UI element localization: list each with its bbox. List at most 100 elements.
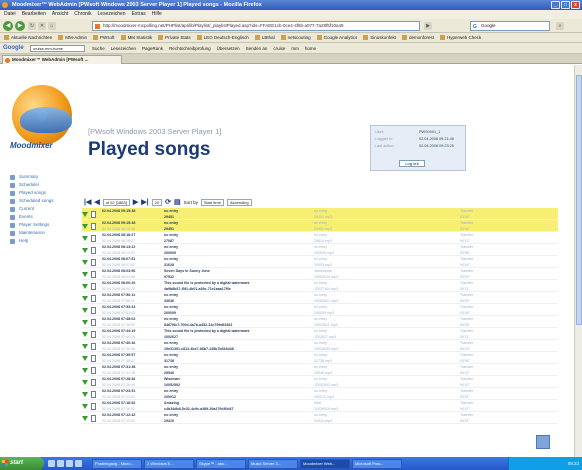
details-icon[interactable] — [91, 414, 96, 422]
table-row[interactable]: 02.04.2008 08:00:20 02.04.2008 08:00:20 Th… — [82, 280, 558, 292]
table-row[interactable]: 02.04.2008 07:53:43 02.04.2008 07:53:43 no… — [82, 304, 558, 316]
details-icon[interactable] — [91, 390, 96, 398]
page-scrollbar[interactable] — [574, 65, 582, 457]
details-icon[interactable] — [91, 258, 96, 266]
bookmark-item[interactable]: MM-Admin — [58, 33, 87, 42]
back-button[interactable]: ◀ — [3, 21, 13, 31]
details-icon[interactable] — [91, 342, 96, 350]
prev-page-icon[interactable]: ◀ — [94, 198, 99, 206]
details-icon[interactable] — [91, 378, 96, 386]
next-page-icon[interactable]: ▶ — [133, 198, 138, 206]
minimize-button[interactable]: _ — [551, 1, 560, 9]
menu-tools[interactable]: Extras — [132, 10, 146, 19]
table-row[interactable]: 02.04.2008 07:18:52 02.04.2008 07:18:52 Am… — [82, 400, 558, 412]
details-icon[interactable] — [91, 282, 96, 290]
bookmark-item[interactable]: Aktuelle Nachrichten — [4, 33, 52, 42]
table-row[interactable]: 02.04.2008 07:56:11 02.04.2008 07:56:11 no… — [82, 292, 558, 304]
sidebar-item-player-settings[interactable]: Player Settings — [10, 221, 70, 229]
task-button[interactable]: Microsoft Pow... — [352, 458, 402, 469]
first-page-icon[interactable]: |◀ — [84, 198, 91, 206]
bookmark-item[interactable]: Private Stats — [158, 33, 191, 42]
quicklaunch-icon[interactable] — [48, 460, 55, 467]
address-bar[interactable]: http://moodmixer-mcpolling.net/PHPlist/a… — [92, 21, 420, 31]
details-icon[interactable] — [91, 222, 96, 230]
export-icon[interactable]: ▤ — [174, 198, 181, 206]
task-button[interactable]: Skype™ - abu... — [196, 458, 246, 469]
search-go-icon[interactable]: ⌕ — [556, 22, 564, 30]
google-toolbar-item[interactable]: PageRank — [142, 43, 163, 53]
stop-button[interactable]: ✕ — [38, 22, 46, 30]
details-icon[interactable] — [91, 330, 96, 338]
details-icon[interactable] — [91, 246, 96, 254]
details-icon[interactable] — [91, 270, 96, 278]
task-button[interactable]: Music Server 3... — [248, 458, 298, 469]
quicklaunch-icon[interactable] — [75, 460, 82, 467]
table-row[interactable]: 02.04.2008 08:18:27 02.04.2008 08:18:27 no… — [82, 232, 558, 244]
quicklaunch-icon[interactable] — [66, 460, 73, 467]
bookmark-item[interactable]: Sinuskonfekt — [363, 33, 396, 42]
sort-by-select[interactable]: Start time — [200, 198, 224, 206]
google-toolbar-item[interactable]: Suche — [92, 43, 105, 53]
bookmark-item[interactable]: PWsoft — [93, 33, 115, 42]
google-toolbar-item[interactable]: Übersetzen — [217, 43, 240, 53]
menu-file[interactable]: Datei — [4, 10, 16, 19]
menu-view[interactable]: Ansicht — [52, 10, 68, 19]
table-row[interactable]: 02.04.2008 08:13:22 02.04.2008 08:13:22 no… — [82, 244, 558, 256]
home-button[interactable]: ⌂ — [48, 22, 56, 30]
menu-edit[interactable]: Bearbeiten — [22, 10, 46, 19]
bookmark-item[interactable]: Hyperweb Check — [440, 33, 481, 42]
google-toolbar-input[interactable]: cruise-mm-home — [30, 45, 85, 52]
table-row[interactable]: 02.04.2008 08:07:51 02.04.2008 08:07:51 no… — [82, 256, 558, 268]
table-row[interactable]: 02.04.2008 07:12:42 02.04.2008 07:12:42 no… — [82, 412, 558, 424]
table-row[interactable]: 02.04.2008 07:35:57 02.04.2008 07:35:57 no… — [82, 352, 558, 364]
google-toolbar-item[interactable]: cruise — [273, 43, 285, 53]
scrollbar-thumb[interactable] — [576, 75, 582, 325]
task-button[interactable]: 2 Windows E... — [144, 458, 194, 469]
page-range[interactable]: of 02 [1883] — [102, 198, 130, 206]
table-row[interactable]: 02.04.2008 07:31:38 02.04.2008 07:31:38 no… — [82, 364, 558, 376]
bookmark-item[interactable]: Google Analytics — [317, 33, 358, 42]
google-toolbar-item[interactable]: Senden an — [246, 43, 268, 53]
sidebar-item-help[interactable]: Help — [10, 237, 70, 245]
bookmark-item[interactable]: netscouting — [281, 33, 311, 42]
details-icon[interactable] — [91, 366, 96, 374]
details-icon[interactable] — [91, 354, 96, 362]
tab-moodmixer[interactable]: Moodmixer™ WebAdmin [PWsoft ... — [2, 55, 122, 64]
table-row[interactable]: 02.04.2008 07:40:46 02.04.2008 07:40:46 no… — [82, 340, 558, 352]
bookmark-item[interactable]: LEO Deutsch-Englisch — [197, 33, 249, 42]
menu-bookmarks[interactable]: Lesezeichen — [98, 10, 126, 19]
details-icon[interactable] — [91, 306, 96, 314]
close-button[interactable]: x — [571, 1, 580, 9]
sidebar-item-maintenance[interactable]: Maintenance — [10, 229, 70, 237]
maximize-button[interactable]: □ — [561, 1, 570, 9]
task-button-active[interactable]: Moodmixer Web... — [300, 458, 350, 469]
bookmark-item[interactable]: MM Statistik — [121, 33, 153, 42]
table-row[interactable]: 02.04.2008 09:15:38 no entry 29451 no entry… — [82, 208, 558, 220]
start-button[interactable]: start — [0, 457, 44, 470]
quicklaunch-icon[interactable] — [57, 460, 64, 467]
screen-widget-icon[interactable] — [536, 435, 550, 449]
reload-button[interactable]: ↻ — [28, 22, 36, 30]
table-row[interactable]: 02.04.2008 07:48:02 02.04.2008 07:48:02 no… — [82, 316, 558, 328]
google-toolbar-item[interactable]: Rechtschreibprüfung — [169, 43, 211, 53]
menu-history[interactable]: Chronik — [74, 10, 91, 19]
refresh-icon[interactable]: ⟳ — [165, 198, 171, 206]
sort-order-select[interactable]: Ascending — [226, 198, 252, 206]
sidebar-item-played-songs[interactable]: Played songs — [10, 189, 70, 197]
table-row[interactable]: 02.04.2008 07:28:46 02.04.2008 07:28:46 Wi… — [82, 376, 558, 388]
google-toolbar-item[interactable]: home — [305, 43, 316, 53]
google-toolbar-item[interactable]: Lesezeichen — [111, 43, 136, 53]
details-icon[interactable] — [91, 402, 96, 410]
bookmark-item[interactable]: demonforest — [402, 33, 434, 42]
google-toolbar-item[interactable]: mm — [291, 43, 299, 53]
page-size-select[interactable]: 20 — [151, 198, 163, 206]
sidebar-item-summary[interactable]: Summary — [10, 173, 70, 181]
logout-button[interactable]: Log out — [399, 160, 425, 167]
sidebar-item-events[interactable]: Events — [10, 213, 70, 221]
details-icon[interactable] — [91, 318, 96, 326]
table-row[interactable]: 02.04.2008 07:23:51 02.04.2008 07:23:51 no… — [82, 388, 558, 400]
sidebar-item-current[interactable]: Current — [10, 205, 70, 213]
sidebar-item-scheduled-songs[interactable]: Scheduled songs — [10, 197, 70, 205]
task-button[interactable]: Posteingang - Micro... — [92, 458, 142, 469]
forward-button[interactable]: ▶ — [15, 21, 25, 31]
